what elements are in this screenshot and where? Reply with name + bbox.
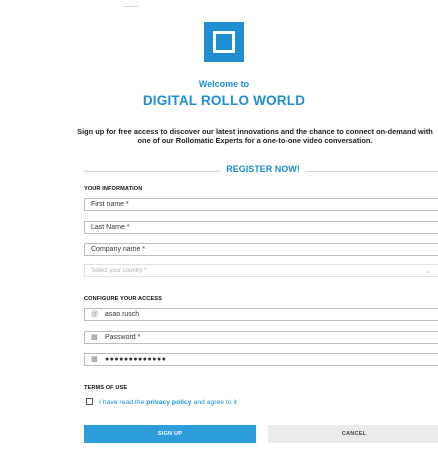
logo-square-icon [213,31,235,53]
section-title-information: YOUR INFORMATION [84,186,143,192]
sign-up-button[interactable]: SIGN UP [84,425,256,443]
privacy-policy-link[interactable]: privacy policy [146,399,191,406]
lock-icon: ▩ [91,356,98,363]
register-heading: REGISTER NOW! [84,164,438,178]
company-name-placeholder: Company name * [91,246,146,253]
first-name-field[interactable]: First name * [84,198,438,211]
terms-suffix: and agree to it. [191,399,239,406]
welcome-text: Welcome to [198,79,250,89]
terms-checkbox[interactable] [86,398,93,405]
top-divider [123,6,139,7]
cancel-button[interactable]: CANCEL [268,425,438,443]
lock-icon: ▩ [91,334,98,341]
password-confirm-value: ●●●●●●●●●●●●● [104,356,167,363]
last-name-field[interactable]: Last Name * [84,221,438,234]
terms-prefix: I have read the [99,399,147,406]
company-name-field[interactable]: Company name * [84,243,438,256]
brand-title: DIGITAL ROLLO WORLD [142,93,306,108]
password-placeholder: Password * [104,334,141,341]
username-field[interactable]: @ asao.rusch [84,308,438,321]
rollomatic-logo [204,22,244,62]
intro-text: Sign up for free access to discover our … [77,127,433,145]
terms-checkbox-row[interactable]: I have read the privacy policy and agree… [86,398,239,406]
password-confirm-field[interactable]: ▩ ●●●●●●●●●●●●● [84,353,438,366]
register-label: REGISTER NOW! [226,164,300,174]
country-placeholder: Select your country * [91,268,147,274]
chevron-down-icon: ⌄ [424,266,431,275]
username-value: asao.rusch [104,311,140,318]
at-sign-icon: @ [91,311,99,318]
password-field[interactable]: ▩ Password * [84,331,438,344]
last-name-placeholder: Last Name * [91,224,130,231]
first-name-placeholder: First name * [91,201,129,208]
divider-right [306,171,438,172]
section-title-access: CONFIGURE YOUR ACCESS [84,296,162,302]
section-title-terms: TERMS OF USE [84,385,128,391]
divider-left [84,171,220,172]
country-select[interactable]: Select your country * ⌄ [84,264,438,277]
